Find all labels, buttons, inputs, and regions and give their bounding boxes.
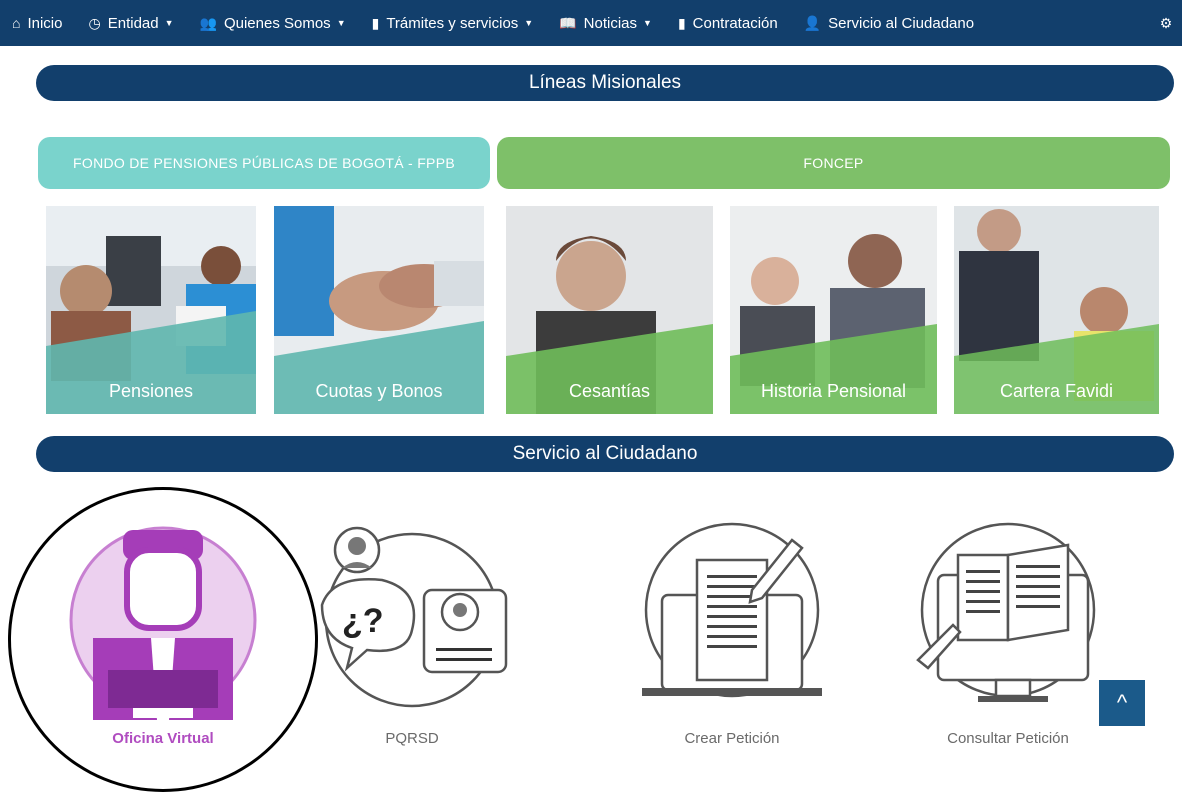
card-label: Pensiones (108, 381, 194, 401)
nav-label: Noticias (583, 14, 638, 32)
section-title-servicio: Servicio al Ciudadano (36, 436, 1174, 472)
service-caption: Oficina Virtual (112, 730, 214, 747)
card-cesantias[interactable]: Cesantías (506, 206, 713, 414)
service-consultar-peticion[interactable]: Consultar Petición (908, 520, 1108, 747)
book-icon: 📖 (559, 15, 577, 31)
chevron-up-icon: ^ (1116, 690, 1128, 715)
nav-label: Servicio al Ciudadano (828, 14, 975, 32)
card-label: Historia Pensional (760, 381, 907, 401)
card-label: Cesantías (568, 381, 651, 401)
top-nav: ⌂ Inicio ◷ Entidad ▼ 👥 Quienes Somos ▼ ▮… (0, 0, 1182, 46)
tab-fppb[interactable]: FONDO DE PENSIONES PÚBLICAS DE BOGOTÁ - … (38, 137, 490, 189)
nav-item-entidad[interactable]: ◷ Entidad ▼ (89, 15, 174, 32)
clock-icon: ◷ (88, 15, 101, 31)
nav-label: Quienes Somos (223, 14, 331, 32)
service-caption: PQRSD (385, 730, 439, 747)
card-pensiones[interactable]: Pensiones (46, 206, 256, 414)
service-caption: Consultar Petición (947, 730, 1069, 747)
nav-item-noticias[interactable]: 📖 Noticias ▼ (559, 15, 652, 32)
tab-foncep-label: FONCEP (803, 155, 864, 171)
pqrsd-icon: ¿? (320, 526, 508, 708)
nav-label: Contratación (692, 14, 778, 32)
svg-text:¿?: ¿? (342, 602, 384, 640)
chevron-down-icon: ▼ (643, 18, 652, 28)
service-pqrsd[interactable]: ¿? PQRSD (312, 520, 512, 747)
card-historia-pensional[interactable]: Historia Pensional (730, 206, 937, 414)
consultar-peticion-icon (916, 522, 1096, 702)
back-to-top-button[interactable]: ^ (1099, 680, 1145, 726)
nav-item-contratacion[interactable]: ▮ Contratación (678, 15, 778, 32)
nav-label: Trámites y servicios (386, 14, 519, 32)
card-label: Cartera Favidi (999, 381, 1114, 401)
chevron-down-icon: ▼ (164, 18, 174, 28)
nav-item-inicio[interactable]: ⌂ Inicio (12, 15, 63, 32)
document-icon: ▮ (677, 15, 686, 31)
section-title-lineas: Líneas Misionales (36, 65, 1174, 101)
users-icon: 👥 (199, 15, 217, 31)
oficina-virtual-icon (69, 526, 257, 720)
card-cartera-favidi[interactable]: Cartera Favidi (954, 206, 1159, 414)
chevron-down-icon: ▼ (336, 18, 346, 28)
nav-label: Entidad (107, 14, 159, 32)
card-cuotas-bonos[interactable]: Cuotas y Bonos (274, 206, 484, 414)
accessibility-icon[interactable]: ⚙ (1156, 14, 1176, 32)
card-label: Cuotas y Bonos (315, 381, 443, 401)
service-oficina-virtual[interactable]: Oficina Virtual (63, 520, 263, 747)
nav-item-quienes-somos[interactable]: 👥 Quienes Somos ▼ (200, 15, 346, 32)
nav-item-servicio-ciudadano[interactable]: 👤 Servicio al Ciudadano (804, 15, 974, 32)
tab-foncep[interactable]: FONCEP (497, 137, 1170, 189)
crear-peticion-icon (642, 522, 822, 698)
chevron-down-icon: ▼ (524, 18, 534, 28)
service-crear-peticion[interactable]: Crear Petición (632, 520, 832, 747)
service-caption: Crear Petición (684, 730, 780, 747)
document-icon: ▮ (371, 15, 380, 31)
nav-label: Inicio (27, 14, 63, 32)
tab-fppb-label: FONDO DE PENSIONES PÚBLICAS DE BOGOTÁ - … (73, 155, 455, 171)
home-icon: ⌂ (12, 15, 21, 31)
user-icon: 👤 (803, 15, 822, 31)
nav-item-tramites[interactable]: ▮ Trámites y servicios ▼ (372, 15, 534, 32)
